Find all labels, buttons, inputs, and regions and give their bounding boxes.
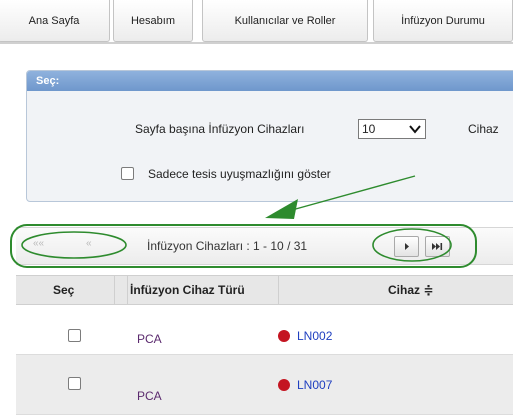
tab-users-roles[interactable]: Kullanıcılar ve Roller — [202, 0, 368, 42]
column-divider — [127, 276, 128, 304]
select-panel: Seç: Sayfa başına İnfüzyon Cihazları 10 … — [26, 70, 513, 202]
column-divider — [114, 276, 115, 304]
device-link[interactable]: LN002 — [297, 329, 332, 343]
table-row: PCA LN007 — [16, 355, 513, 415]
tab-account[interactable]: Hesabım — [113, 0, 193, 42]
per-page-value: 10 — [362, 122, 376, 136]
column-header-device[interactable]: Cihaz ≑ — [388, 276, 433, 304]
per-page-label: Sayfa başına İnfüzyon Cihazları — [135, 122, 305, 136]
column-header-device-type[interactable]: İnfüzyon Cihaz Türü — [130, 276, 279, 304]
pager: «« « İnfüzyon Cihazları : 1 - 10 / 31 — [16, 227, 513, 265]
row-select-checkbox[interactable] — [68, 329, 81, 342]
tab-home[interactable]: Ana Sayfa — [0, 0, 110, 42]
table-row: PCA LN002 — [16, 305, 513, 355]
prev-page-link[interactable]: « — [86, 238, 92, 249]
last-page-button[interactable] — [425, 236, 450, 257]
row-select-checkbox[interactable] — [68, 377, 81, 390]
panel-title: Seç: — [27, 71, 513, 91]
status-dot-icon — [278, 379, 290, 391]
last-page-icon — [432, 243, 443, 250]
device-filter-label: Cihaz — [468, 122, 499, 136]
next-arrow-icon — [405, 243, 409, 250]
device-link[interactable]: LN007 — [297, 378, 332, 392]
next-page-button[interactable] — [394, 236, 419, 257]
status-dot-icon — [278, 330, 290, 342]
tab-bar: Ana Sayfa Hesabım Kullanıcılar ve Roller… — [0, 0, 513, 44]
first-page-link[interactable]: «« — [33, 238, 44, 249]
device-type-cell: PCA — [137, 389, 162, 403]
column-header-select: Seç — [53, 283, 75, 297]
facility-mismatch-checkbox[interactable] — [121, 167, 134, 180]
pager-summary: İnfüzyon Cihazları : 1 - 10 / 31 — [147, 239, 308, 253]
column-divider — [278, 276, 279, 304]
annotation-arrow-head — [265, 199, 298, 219]
table-header: Seç İnfüzyon Cihaz Türü Cihaz ≑ — [16, 275, 513, 305]
facility-mismatch-label: Sadece tesis uyuşmazlığını göster — [148, 167, 331, 181]
chevron-down-icon — [409, 125, 421, 134]
tab-divider — [0, 42, 513, 44]
tab-infusion-status[interactable]: İnfüzyon Durumu — [373, 0, 513, 42]
device-type-cell: PCA — [137, 332, 162, 346]
per-page-select[interactable]: 10 — [358, 119, 426, 139]
